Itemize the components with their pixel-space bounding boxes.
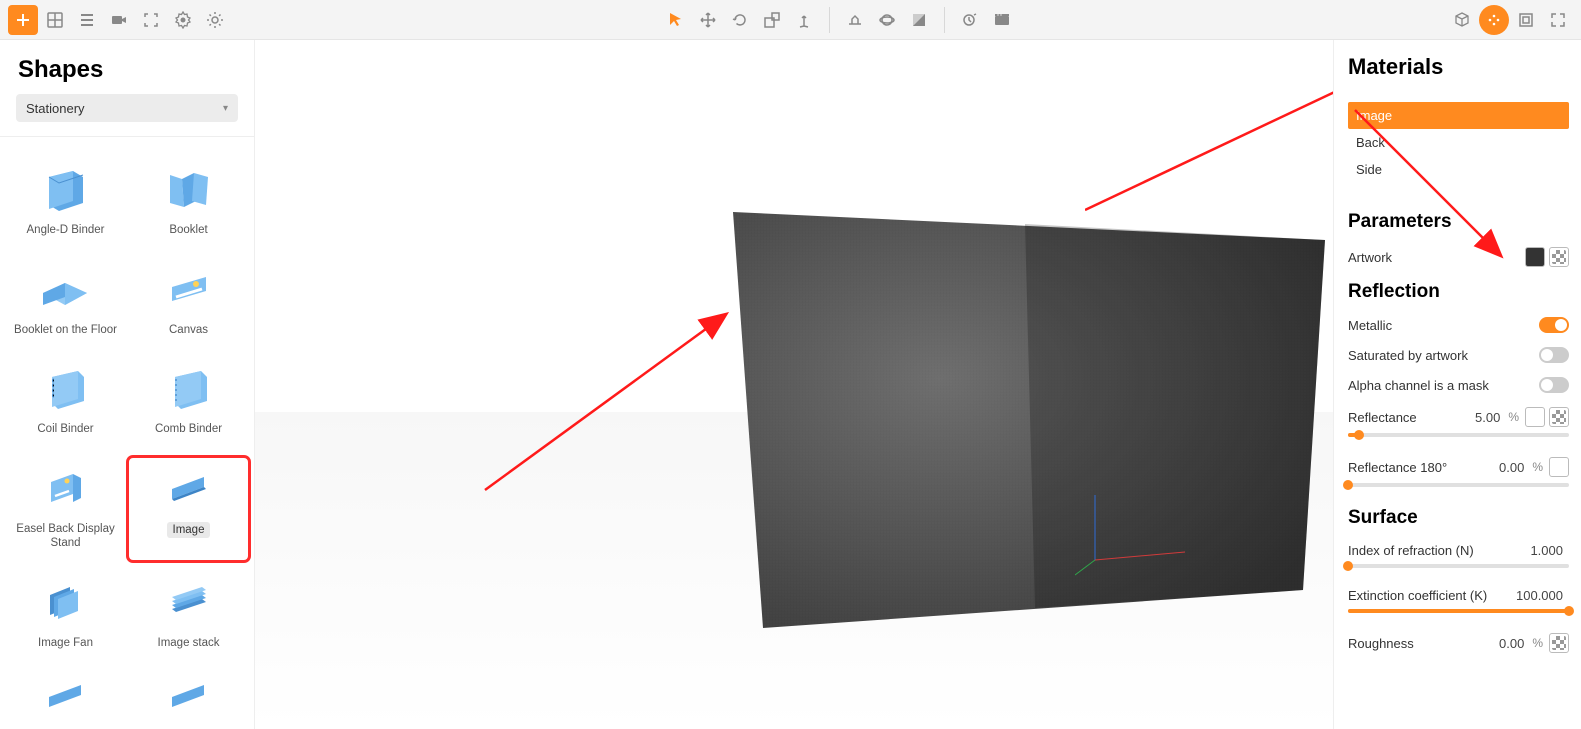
extinction-value: 100.000 bbox=[1516, 588, 1563, 603]
add-shape-button[interactable] bbox=[8, 5, 38, 35]
fullscreen-button[interactable] bbox=[1543, 5, 1573, 35]
settings-button[interactable] bbox=[168, 5, 198, 35]
reflectance180-label: Reflectance 180° bbox=[1348, 460, 1499, 475]
shapes-panel: Shapes Stationery Angle-D Binder Booklet… bbox=[0, 40, 255, 729]
shapes-category-select[interactable]: Stationery bbox=[16, 94, 238, 122]
ior-value: 1.000 bbox=[1530, 543, 1563, 558]
coil-binder-icon bbox=[36, 364, 96, 416]
artwork-texture-swatch[interactable] bbox=[1549, 247, 1569, 267]
properties-panel: Materials Image Back Side Parameters Art… bbox=[1333, 40, 1581, 729]
reflectance-texture-swatch[interactable] bbox=[1549, 407, 1569, 427]
material-side[interactable]: Side bbox=[1348, 156, 1569, 183]
material-image[interactable]: Image bbox=[1348, 102, 1569, 129]
metallic-label: Metallic bbox=[1348, 318, 1539, 333]
reflectance180-swatch[interactable] bbox=[1549, 457, 1569, 477]
reflectance-label: Reflectance bbox=[1348, 410, 1475, 425]
alpha-mask-toggle[interactable] bbox=[1539, 377, 1569, 393]
rotate-tool-button[interactable] bbox=[725, 5, 755, 35]
axis-gizmo bbox=[1075, 490, 1195, 580]
orbit-button[interactable] bbox=[872, 5, 902, 35]
axis-tool-button[interactable] bbox=[789, 5, 819, 35]
focus-button[interactable] bbox=[136, 5, 166, 35]
parameters-title: Parameters bbox=[1348, 211, 1569, 233]
material-back[interactable]: Back bbox=[1348, 129, 1569, 156]
annotation-arrow-2 bbox=[1085, 40, 1333, 220]
shape-booklet[interactable]: Booklet bbox=[127, 157, 250, 249]
shape-coil-binder[interactable]: Coil Binder bbox=[4, 356, 127, 448]
materials-list: Image Back Side bbox=[1348, 102, 1569, 183]
reflectance-value: 5.00 bbox=[1475, 410, 1500, 425]
shape-canvas[interactable]: Canvas bbox=[127, 257, 250, 349]
reflectance-slider[interactable] bbox=[1348, 433, 1569, 437]
ior-label: Index of refraction (N) bbox=[1348, 543, 1530, 558]
shapes-grid: Angle-D Binder Booklet Booklet on the Fl… bbox=[0, 147, 254, 729]
shape-image-stack[interactable]: Image stack bbox=[127, 570, 250, 662]
roughness-value: 0.00 bbox=[1499, 636, 1524, 651]
surface-title: Surface bbox=[1348, 507, 1569, 529]
booklet-floor-icon bbox=[36, 265, 96, 317]
saturated-toggle[interactable] bbox=[1539, 347, 1569, 363]
shade-button[interactable] bbox=[904, 5, 934, 35]
scale-tool-button[interactable] bbox=[757, 5, 787, 35]
extinction-label: Extinction coefficient (K) bbox=[1348, 588, 1516, 603]
shapes-title: Shapes bbox=[0, 40, 254, 94]
extinction-slider[interactable] bbox=[1348, 609, 1569, 613]
shape-comb-binder[interactable]: Comb Binder bbox=[127, 356, 250, 448]
reflectance180-value: 0.00 bbox=[1499, 460, 1524, 475]
canvas-icon bbox=[159, 265, 219, 317]
reflection-title: Reflection bbox=[1348, 281, 1569, 303]
metallic-toggle[interactable] bbox=[1539, 317, 1569, 333]
easel-icon bbox=[36, 464, 96, 516]
comb-binder-icon bbox=[159, 364, 219, 416]
saturated-label: Saturated by artwork bbox=[1348, 348, 1539, 363]
shape-image-fan[interactable]: Image Fan bbox=[4, 570, 127, 662]
roughness-label: Roughness bbox=[1348, 636, 1499, 651]
shape-partial-1[interactable] bbox=[4, 670, 127, 729]
artwork-color-swatch[interactable] bbox=[1525, 247, 1545, 267]
booklet-icon bbox=[159, 165, 219, 217]
shape-easel[interactable]: Easel Back Display Stand bbox=[4, 456, 127, 562]
view-cube-button[interactable] bbox=[1447, 5, 1477, 35]
timeline-button[interactable] bbox=[955, 5, 985, 35]
viewport-3d[interactable] bbox=[255, 40, 1333, 729]
camera-button[interactable] bbox=[104, 5, 134, 35]
top-toolbar bbox=[0, 0, 1581, 40]
alpha-mask-label: Alpha channel is a mask bbox=[1348, 378, 1539, 393]
image-icon bbox=[159, 464, 219, 516]
3d-panel-object bbox=[725, 210, 1333, 630]
frame-button[interactable] bbox=[1511, 5, 1541, 35]
materials-title: Materials bbox=[1348, 54, 1569, 80]
image-fan-icon bbox=[36, 578, 96, 630]
list-view-button[interactable] bbox=[72, 5, 102, 35]
render-button[interactable] bbox=[987, 5, 1017, 35]
select-tool-button[interactable] bbox=[661, 5, 691, 35]
materials-panel-button[interactable] bbox=[1479, 5, 1509, 35]
image-stack-icon bbox=[159, 578, 219, 630]
reflectance-swatch[interactable] bbox=[1525, 407, 1545, 427]
artwork-label: Artwork bbox=[1348, 250, 1525, 265]
shape-booklet-floor[interactable]: Booklet on the Floor bbox=[4, 257, 127, 349]
reflectance180-slider[interactable] bbox=[1348, 483, 1569, 487]
move-tool-button[interactable] bbox=[693, 5, 723, 35]
ior-slider[interactable] bbox=[1348, 564, 1569, 568]
roughness-texture-swatch[interactable] bbox=[1549, 633, 1569, 653]
snap-button[interactable] bbox=[840, 5, 870, 35]
grid-view-button[interactable] bbox=[40, 5, 70, 35]
shape-partial-2[interactable] bbox=[127, 670, 250, 729]
brightness-button[interactable] bbox=[200, 5, 230, 35]
shape-angle-d-binder[interactable]: Angle-D Binder bbox=[4, 157, 127, 249]
shape-image[interactable]: Image bbox=[127, 456, 250, 562]
binder-icon bbox=[36, 165, 96, 217]
